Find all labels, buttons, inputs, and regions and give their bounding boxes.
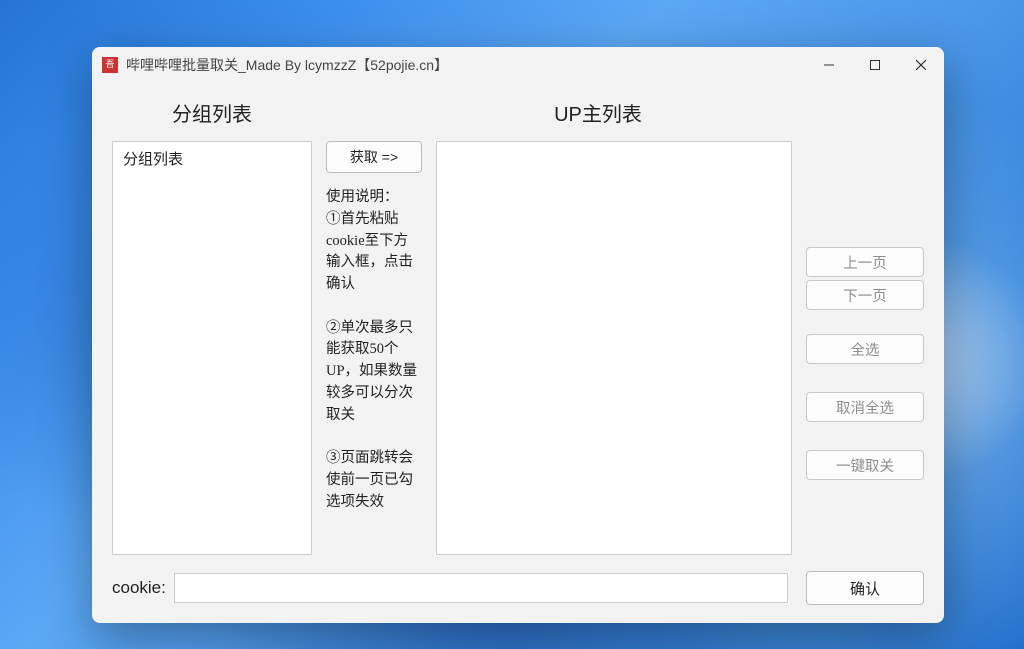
fetch-button[interactable]: 获取 => xyxy=(326,141,422,173)
bottom-row: cookie: 确认 xyxy=(112,571,924,605)
content-area: 分组列表 UP主列表 分组列表 获取 => 使用说明： ①首先粘贴cookie至… xyxy=(92,82,944,623)
right-button-column: 上一页 下一页 全选 取消全选 一键取关 xyxy=(806,141,924,555)
window-title: 哔哩哔哩批量取关_Made By lcymzzZ【52pojie.cn】 xyxy=(126,55,806,75)
cookie-label: cookie: xyxy=(112,578,166,598)
minimize-button[interactable] xyxy=(806,47,852,82)
confirm-button[interactable]: 确认 xyxy=(806,571,924,605)
window-controls xyxy=(806,47,944,82)
list-item[interactable]: 分组列表 xyxy=(123,148,301,169)
next-page-button[interactable]: 下一页 xyxy=(806,280,924,310)
close-button[interactable] xyxy=(898,47,944,82)
app-window: 吾 哔哩哔哩批量取关_Made By lcymzzZ【52pojie.cn】 分… xyxy=(92,47,944,623)
group-listbox[interactable]: 分组列表 xyxy=(112,141,312,555)
main-row: 分组列表 获取 => 使用说明： ①首先粘贴cookie至下方输入框，点击确认 … xyxy=(112,141,924,555)
section-headers: 分组列表 UP主列表 xyxy=(112,98,924,127)
maximize-button[interactable] xyxy=(852,47,898,82)
up-listbox[interactable] xyxy=(436,141,792,555)
middle-column: 获取 => 使用说明： ①首先粘贴cookie至下方输入框，点击确认 ②单次最多… xyxy=(326,141,422,555)
up-list-header: UP主列表 xyxy=(422,98,774,127)
deselect-all-button[interactable]: 取消全选 xyxy=(806,392,924,422)
prev-page-button[interactable]: 上一页 xyxy=(806,247,924,277)
instructions-text: 使用说明： ①首先粘贴cookie至下方输入框，点击确认 ②单次最多只能获取50… xyxy=(326,187,422,513)
select-all-button[interactable]: 全选 xyxy=(806,334,924,364)
unfollow-all-button[interactable]: 一键取关 xyxy=(806,450,924,480)
titlebar[interactable]: 吾 哔哩哔哩批量取关_Made By lcymzzZ【52pojie.cn】 xyxy=(92,47,944,82)
app-icon: 吾 xyxy=(102,57,118,73)
group-list-header: 分组列表 xyxy=(112,98,312,127)
cookie-input[interactable] xyxy=(174,573,788,603)
